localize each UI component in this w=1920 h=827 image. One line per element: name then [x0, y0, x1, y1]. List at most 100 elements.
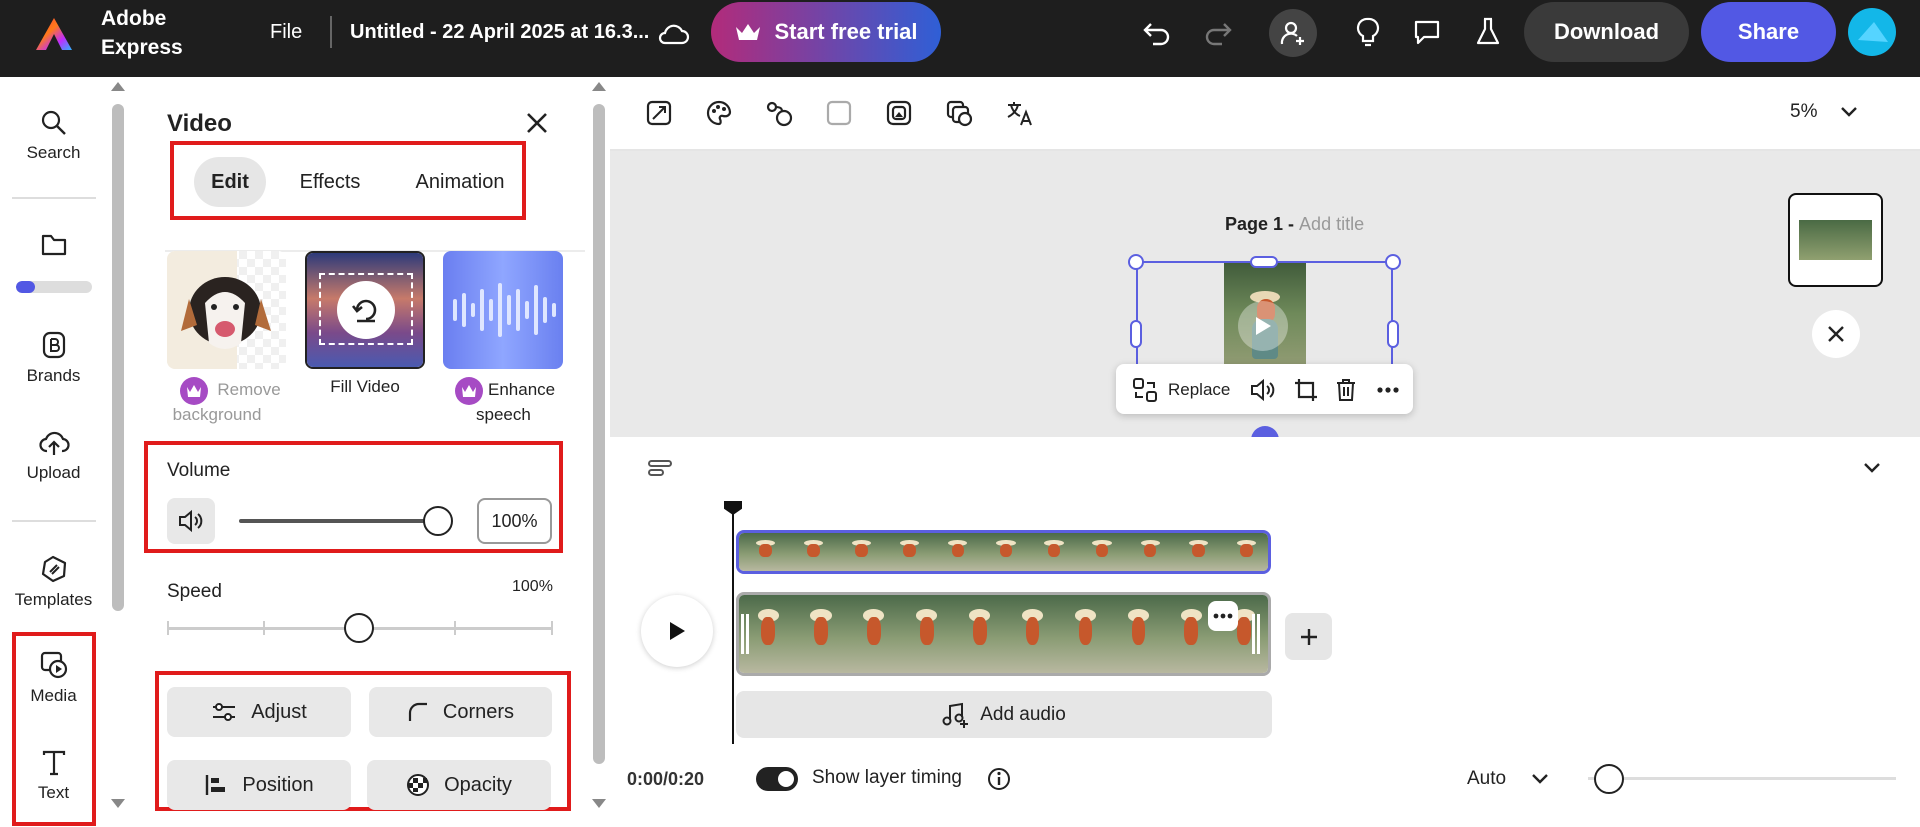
cloud-icon[interactable] [653, 14, 693, 54]
enhance-speech-card[interactable] [443, 251, 563, 369]
time-display: 0:00/0:20 [627, 769, 705, 789]
scroll-down-arrow[interactable] [111, 799, 125, 808]
crop-icon[interactable] [1293, 377, 1319, 403]
speaker-icon [179, 509, 203, 533]
tab-animation[interactable]: Animation [406, 157, 514, 207]
adjust-button[interactable]: Adjust [167, 687, 351, 737]
undo-icon[interactable] [1137, 12, 1177, 52]
timeline-zoom-slider-track[interactable] [1588, 777, 1896, 780]
download-button[interactable]: Download [1524, 2, 1689, 62]
folder-icon [41, 234, 66, 256]
resize-handle[interactable] [1387, 320, 1399, 348]
video-track-main[interactable] [736, 592, 1271, 676]
zoom-chevron-down-icon[interactable] [1839, 104, 1859, 120]
trim-handle-right[interactable] [1252, 614, 1260, 654]
filmstrip-frame [787, 533, 837, 571]
tab-edit[interactable]: Edit [194, 157, 266, 207]
tab-effects[interactable]: Effects [290, 157, 370, 207]
panel-scroll-down-arrow[interactable] [592, 799, 606, 808]
redo-icon[interactable] [1198, 12, 1238, 52]
position-button[interactable]: Position [167, 760, 351, 810]
premium-crown-icon [180, 377, 208, 405]
page-title-input[interactable]: Add title [1299, 214, 1364, 234]
trim-handle-left[interactable] [741, 614, 749, 654]
speed-tick [167, 621, 169, 635]
start-free-trial-button[interactable]: Start free trial [711, 2, 941, 62]
add-scene-button[interactable] [1285, 613, 1332, 660]
brands-icon [42, 331, 65, 359]
mute-button[interactable] [167, 498, 215, 544]
info-icon[interactable] [986, 766, 1012, 792]
rail-label-templates: Templates [14, 590, 93, 609]
duplicate-effects-icon[interactable] [945, 99, 975, 129]
layer-timing-toggle[interactable] [756, 767, 798, 791]
comment-icon[interactable] [1407, 12, 1447, 52]
rail-item-templates[interactable]: Templates [0, 554, 107, 610]
panel-scrollbar-thumb[interactable] [593, 104, 605, 764]
replace-button[interactable]: Replace [1168, 380, 1230, 400]
opacity-button[interactable]: Opacity [367, 760, 551, 810]
mask-tool-icon[interactable] [885, 99, 913, 127]
video-track-overlay[interactable] [736, 530, 1271, 574]
border-tool-icon[interactable] [825, 99, 853, 127]
volume-slider-track[interactable] [239, 519, 437, 523]
speed-label: Speed [167, 581, 222, 602]
adobe-express-logo[interactable] [34, 16, 74, 52]
speed-slider-thumb[interactable] [344, 613, 374, 643]
rail-item-search[interactable]: Search [0, 109, 107, 163]
more-options-icon[interactable] [1376, 386, 1400, 394]
speed-tick [454, 621, 456, 635]
replace-icon[interactable] [1132, 377, 1158, 403]
share-button[interactable]: Share [1701, 2, 1836, 62]
enhance-speech-label[interactable]: Enhance speech [452, 377, 560, 427]
rail-item-brands[interactable]: Brands [0, 330, 107, 386]
filmstrip-frame [1109, 595, 1164, 673]
color-palette-icon[interactable] [705, 99, 733, 127]
scroll-up-arrow[interactable] [111, 82, 125, 91]
lightbulb-icon[interactable] [1348, 12, 1388, 52]
timeline-handle-icon[interactable] [647, 459, 673, 477]
volume-slider-thumb[interactable] [423, 506, 453, 536]
audio-icon[interactable] [1249, 377, 1277, 403]
resize-handle[interactable] [1250, 256, 1278, 268]
fill-video-label[interactable]: Fill Video [305, 377, 425, 397]
labs-flask-icon[interactable] [1468, 12, 1508, 52]
animation-tool-icon[interactable] [645, 99, 673, 127]
rail-item-files[interactable] [0, 232, 107, 258]
rail-item-upload[interactable]: Upload [0, 429, 107, 483]
timeline-zoom-mode[interactable]: Auto [1467, 768, 1506, 790]
collapse-timeline-chevron-down-icon[interactable] [1862, 460, 1882, 476]
panel-scroll-up-arrow[interactable] [592, 82, 606, 91]
remove-background-card[interactable] [167, 251, 286, 369]
filmstrip-frame [739, 533, 789, 571]
file-menu[interactable]: File [270, 21, 302, 44]
timeline-play-button[interactable] [641, 595, 713, 667]
page-thumbnail[interactable] [1788, 193, 1883, 287]
opacity-label: Opacity [444, 773, 512, 796]
clip-more-options-icon[interactable] [1208, 601, 1238, 631]
rail-scrollbar-thumb[interactable] [112, 104, 124, 611]
avatar[interactable] [1848, 8, 1896, 56]
highlight-box-media-text [12, 632, 96, 826]
remove-background-label[interactable]: Remove background [173, 377, 286, 427]
resize-handle[interactable] [1385, 254, 1401, 270]
corners-button[interactable]: Corners [369, 687, 552, 737]
invite-user-button[interactable] [1269, 9, 1317, 57]
zoom-level[interactable]: 5% [1790, 101, 1817, 123]
filmstrip-frame [883, 533, 933, 571]
shapes-tool-icon[interactable] [764, 99, 794, 127]
top-bar: Adobe Express File Untitled - 22 April 2… [0, 0, 1920, 77]
zoom-mode-chevron-down-icon[interactable] [1530, 771, 1550, 787]
document-title[interactable]: Untitled - 22 April 2025 at 16.3... [350, 21, 649, 44]
delete-icon[interactable] [1334, 377, 1358, 403]
close-panel-button[interactable] [524, 110, 550, 136]
timeline-zoom-slider-thumb[interactable] [1594, 764, 1624, 794]
resize-handle[interactable] [1128, 254, 1144, 270]
resize-handle[interactable] [1130, 320, 1142, 348]
close-pages-button[interactable] [1812, 310, 1860, 358]
volume-value-field[interactable]: 100% [477, 498, 552, 544]
translate-icon[interactable] [1005, 99, 1035, 127]
play-icon [670, 622, 685, 640]
add-audio-button[interactable]: Add audio [736, 691, 1272, 738]
fill-video-card[interactable] [305, 251, 425, 369]
